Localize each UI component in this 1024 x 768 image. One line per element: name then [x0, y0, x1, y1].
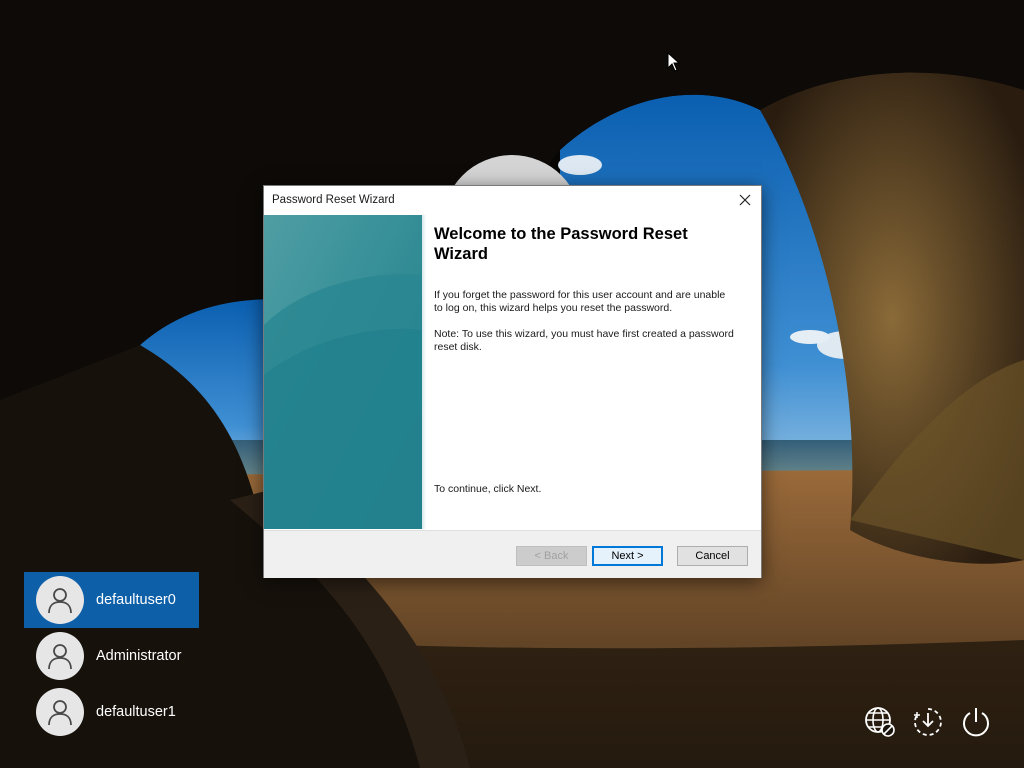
wizard-side-banner — [264, 215, 422, 529]
wizard-banner-art — [264, 215, 422, 529]
user-icon — [48, 644, 72, 670]
cancel-button[interactable]: Cancel — [677, 546, 748, 566]
user-name: Administrator — [96, 648, 182, 664]
dialog-title: Password Reset Wizard — [272, 194, 395, 206]
user-item-defaultuser1[interactable]: defaultuser1 — [24, 684, 199, 740]
wizard-content: Welcome to the Password Reset Wizard — [434, 224, 744, 264]
user-item-defaultuser0[interactable]: defaultuser0 — [24, 572, 199, 628]
wizard-description: If you forget the password for this user… — [434, 289, 726, 314]
user-account-list: defaultuser0 Administrator defaultuser1 — [24, 572, 199, 740]
side-banner-edge — [422, 215, 426, 529]
accessibility-icon[interactable] — [911, 705, 945, 739]
back-button[interactable]: < Back — [516, 546, 587, 566]
dialog-titlebar[interactable]: Password Reset Wizard — [264, 186, 761, 215]
wizard-note: Note: To use this wizard, you must have … — [434, 328, 734, 353]
avatar — [36, 632, 84, 680]
avatar — [36, 576, 84, 624]
password-reset-wizard-dialog: Password Reset Wizard Welcome to the Pas… — [263, 185, 762, 578]
close-button[interactable] — [729, 186, 761, 214]
dialog-button-bar: < Back Next > Cancel — [264, 530, 761, 578]
user-name: defaultuser1 — [96, 704, 176, 720]
avatar — [36, 688, 84, 736]
user-name: defaultuser0 — [96, 592, 176, 608]
wizard-continue-hint: To continue, click Next. — [434, 483, 542, 495]
user-item-administrator[interactable]: Administrator — [24, 628, 199, 684]
user-icon — [48, 700, 72, 726]
network-icon[interactable] — [863, 705, 897, 739]
power-icon[interactable] — [959, 705, 993, 739]
mouse-cursor-icon — [667, 52, 681, 72]
wizard-heading: Welcome to the Password Reset Wizard — [434, 225, 688, 263]
next-button[interactable]: Next > — [592, 546, 663, 566]
close-icon — [739, 194, 751, 206]
user-icon — [48, 588, 72, 614]
